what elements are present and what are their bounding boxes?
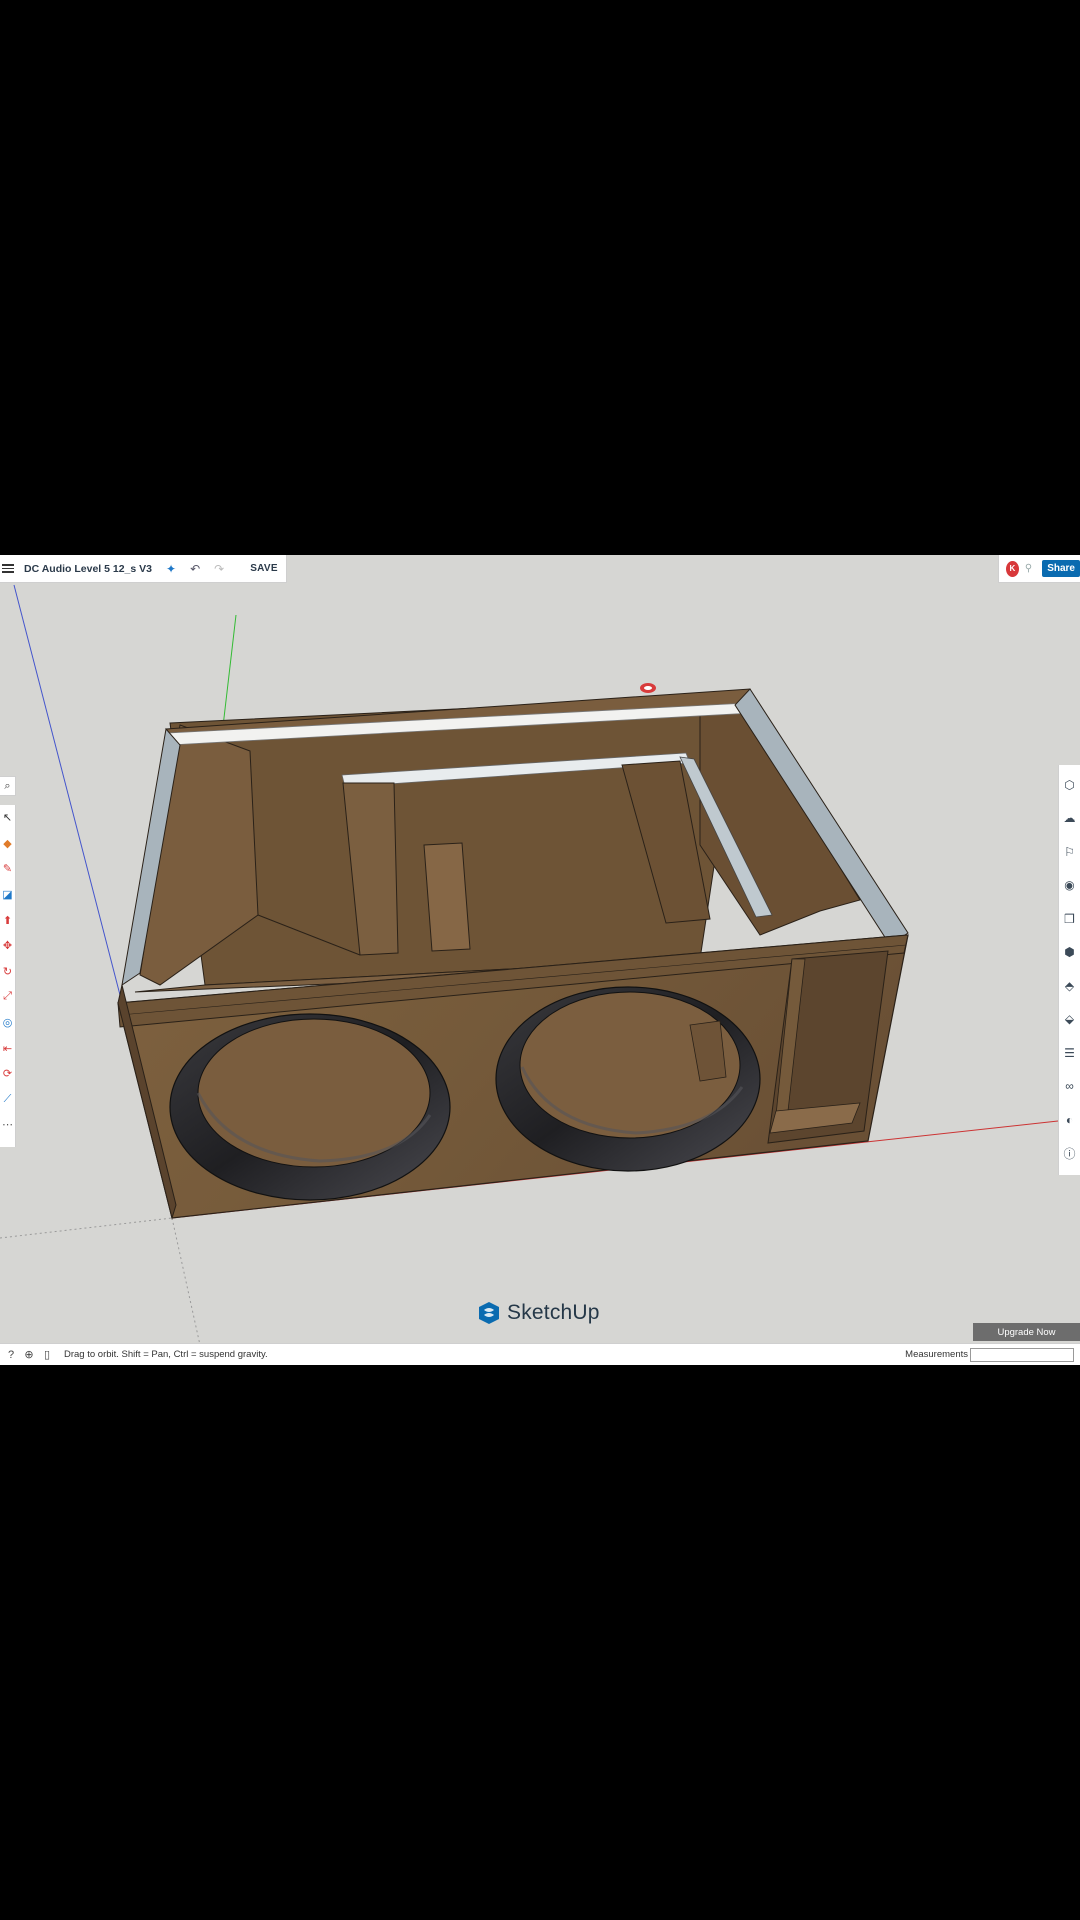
logo-text: SketchUp [507,1301,600,1324]
measurements-input[interactable] [970,1347,1074,1362]
solid-tools-icon[interactable]: ∞ [1065,1070,1074,1104]
more-tools-icon[interactable]: ⋯ [0,1112,16,1138]
sketchup-logo: SketchUp [477,1301,600,1325]
scenes-icon[interactable]: ⬘ [1065,969,1074,1003]
globe-icon[interactable]: ⊕ [22,1348,36,1361]
3d-viewport[interactable] [0,555,1080,1365]
undo-icon[interactable]: ↶ [190,562,200,576]
info-icon[interactable]: ⓘ [1063,1137,1075,1171]
tags-icon[interactable]: ⬢ [1064,936,1074,970]
section-tool-icon[interactable]: ⟋ [0,1087,16,1113]
push-pull-tool-icon[interactable]: ⬆ [0,907,16,933]
right-panel-tray: ⬡ ☁ ⚐ ◉ ❒ ⬢ ⬘ ⬙ ☰ ∞ ◐ ⓘ [1058,765,1080,1175]
green-axis-dotted [0,1217,173,1239]
select-tool-icon[interactable]: ↖ [0,805,16,831]
status-hint: Drag to orbit. Shift = Pan, Ctrl = suspe… [64,1349,268,1360]
instructor-icon[interactable]: ☁ [1064,802,1076,836]
speaker-cutout-right [495,986,761,1172]
port-wall-center [423,842,471,952]
tape-measure-tool-icon[interactable]: ⇤ [0,1035,16,1061]
avatar[interactable]: K [1006,560,1019,577]
eraser-tool-icon[interactable]: ◆ [0,831,16,857]
rectangle-tool-icon[interactable]: ◪ [0,882,16,908]
sketchup-logo-icon [479,1302,499,1324]
blue-axis [13,584,121,996]
green-axis [221,614,237,736]
move-tool-icon[interactable]: ✥ [0,933,16,959]
shadows-icon[interactable]: ◐ [1066,1103,1073,1137]
document-title[interactable]: DC Audio Level 5 12_s V3 [24,563,152,575]
scale-tool-icon[interactable]: ⤢ [0,984,16,1010]
help-icon[interactable]: ? [4,1349,18,1361]
orbit-tool-icon[interactable]: ⟳ [0,1061,16,1087]
offset-tool-icon[interactable]: ◎ [0,1010,16,1036]
display-icon[interactable]: ⬙ [1065,1003,1074,1037]
entity-info-icon[interactable]: ⬡ [1064,768,1074,802]
hamburger-icon[interactable] [2,564,14,573]
upgrade-button[interactable]: Upgrade Now [973,1323,1080,1341]
left-toolbar: ↖ ◆ ✎ ◪ ⬆ ✥ ↻ ⤢ ◎ ⇤ ⟳ ⟋ ⋯ [0,805,16,1147]
rotate-tool-icon[interactable]: ↻ [0,959,16,985]
title-panel: DC Audio Level 5 12_s V3 ✦ ↶ ↷ SAVE [0,555,287,583]
styles-icon[interactable]: ❒ [1064,902,1075,936]
share-button[interactable]: Share [1042,560,1080,577]
sparkle-icon[interactable]: ✦ [166,562,176,576]
speaker-cutout-left [169,1013,451,1201]
redo-icon[interactable]: ↷ [214,562,224,576]
pencil-tool-icon[interactable]: ✎ [0,856,16,882]
blue-axis-dotted [171,1217,201,1346]
components-icon[interactable]: ⚐ [1064,835,1075,869]
status-bar: ? ⊕ ▯ Drag to orbit. Shift = Pan, Ctrl =… [0,1343,1080,1365]
measurements-label: Measurements [905,1349,968,1360]
collaborators-icon[interactable]: ⚲ [1025,563,1032,574]
mouse-icon: ▯ [43,1349,51,1361]
materials-icon[interactable]: ◉ [1064,869,1074,903]
outliner-icon[interactable]: ☰ [1064,1036,1075,1070]
sketchup-app-window: DC Audio Level 5 12_s V3 ✦ ↶ ↷ SAVE K ⚲ … [0,555,1080,1365]
save-button[interactable]: SAVE [250,563,278,574]
top-right-panel: K ⚲ Share [998,555,1080,583]
search-icon[interactable]: ⌕ [0,776,16,796]
orbit-marker-icon [640,683,656,693]
